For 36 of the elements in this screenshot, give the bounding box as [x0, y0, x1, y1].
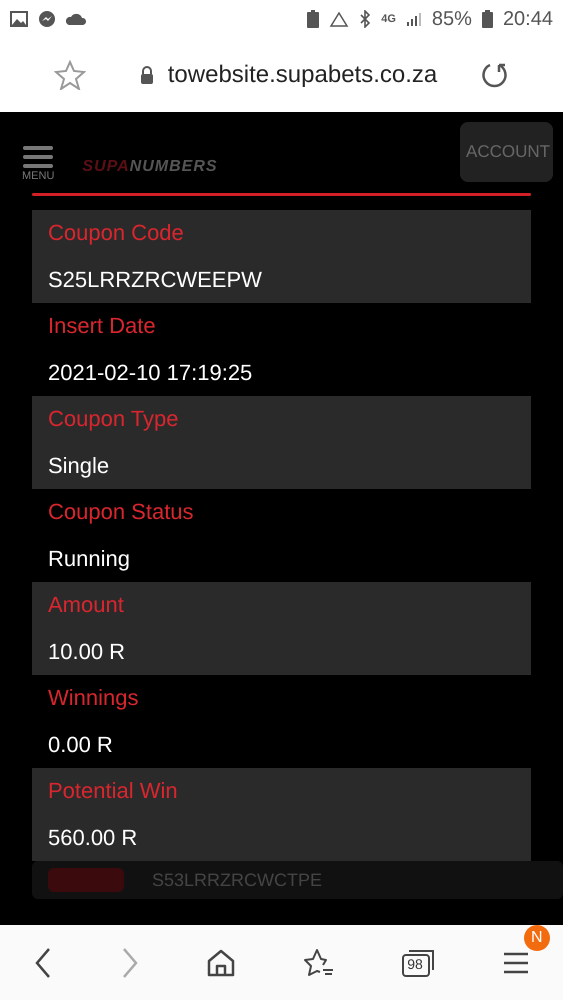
menu-button[interactable]	[502, 952, 530, 974]
field-value: 0.00 R	[48, 732, 113, 758]
reload-icon[interactable]	[481, 61, 510, 89]
field-value: 560.00 R	[48, 824, 138, 851]
field-value: 10.00 R	[48, 638, 126, 665]
clock: 20:44	[502, 8, 553, 30]
battery-saver-icon	[307, 10, 320, 28]
battery-percent: 85%	[432, 8, 472, 30]
url-text[interactable]: towebsite.supabets.co.za	[168, 61, 438, 89]
account-button[interactable]: ACCOUNT	[460, 122, 553, 182]
field-value: S25LRRZRCWEEPW	[48, 266, 262, 293]
gallery-icon	[10, 11, 28, 27]
field-label: Winnings	[48, 685, 138, 712]
field-value: Running	[48, 546, 130, 572]
home-button[interactable]	[206, 948, 236, 978]
field-label: Insert Date	[48, 313, 156, 340]
field-label: Coupon Status	[48, 499, 194, 526]
menu-button[interactable]: MENU	[22, 122, 54, 182]
field-label: Coupon Type	[48, 406, 178, 432]
notification-badge: N	[524, 924, 550, 950]
lock-icon	[140, 66, 154, 84]
messenger-icon	[38, 10, 56, 28]
network-type: 4G	[381, 13, 396, 25]
menu-icon	[23, 146, 54, 168]
field-label: Coupon Code	[48, 220, 184, 246]
bookmarks-button[interactable]	[302, 948, 335, 978]
battery-icon	[482, 10, 493, 28]
bluetooth-icon	[359, 10, 372, 28]
signal-icon	[406, 11, 422, 27]
field-label: Amount	[48, 592, 124, 618]
cloud-icon	[66, 13, 86, 25]
field-value: Single	[48, 452, 110, 479]
field-value: 2021-02-10 17:19:25	[48, 360, 252, 386]
logo[interactable]: SUPANUMBERS	[82, 158, 218, 176]
field-label: Potential Win	[48, 778, 178, 804]
star-icon[interactable]	[54, 60, 86, 90]
